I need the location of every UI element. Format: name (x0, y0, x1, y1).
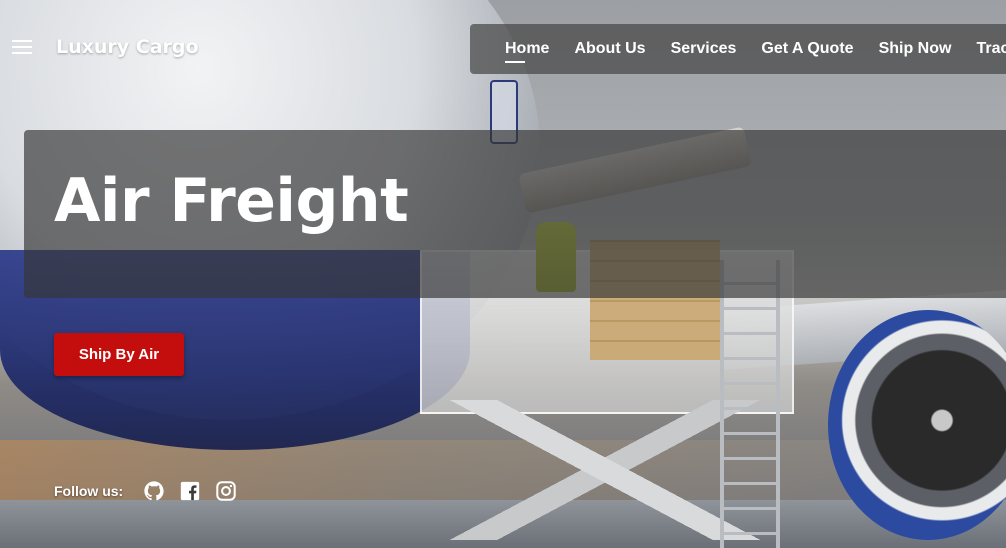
hero-section: Luxury Cargo Home About Us Services Get … (0, 0, 1006, 548)
nav-item-services[interactable]: Services (671, 40, 737, 58)
nav-item-ship-now[interactable]: Ship Now (879, 40, 952, 58)
facebook-icon-graphic (181, 481, 200, 501)
github-icon[interactable] (143, 480, 165, 502)
background-ladder (720, 260, 780, 548)
menu-line (12, 40, 32, 42)
github-icon-graphic (144, 481, 164, 501)
social-follow: Follow us: (54, 480, 237, 502)
instagram-icon[interactable] (215, 480, 237, 502)
hamburger-menu-icon[interactable] (12, 40, 32, 54)
ship-by-air-button[interactable]: Ship By Air (54, 333, 184, 376)
hero-title-panel: Air Freight (24, 130, 1006, 298)
instagram-icon-graphic (216, 481, 236, 501)
nav-item-about-us[interactable]: About Us (574, 40, 645, 58)
facebook-icon[interactable] (179, 480, 201, 502)
page-title: Air Freight (54, 166, 409, 236)
menu-line (12, 46, 32, 48)
nav-item-get-a-quote[interactable]: Get A Quote (761, 40, 853, 58)
main-navigation: Home About Us Services Get A Quote Ship … (470, 24, 1006, 74)
brand-logo-text[interactable]: Luxury Cargo (56, 36, 199, 58)
follow-us-label: Follow us: (54, 483, 124, 499)
menu-line (12, 52, 32, 54)
nav-item-home[interactable]: Home (505, 40, 549, 63)
nav-item-track[interactable]: Track (976, 40, 1006, 58)
